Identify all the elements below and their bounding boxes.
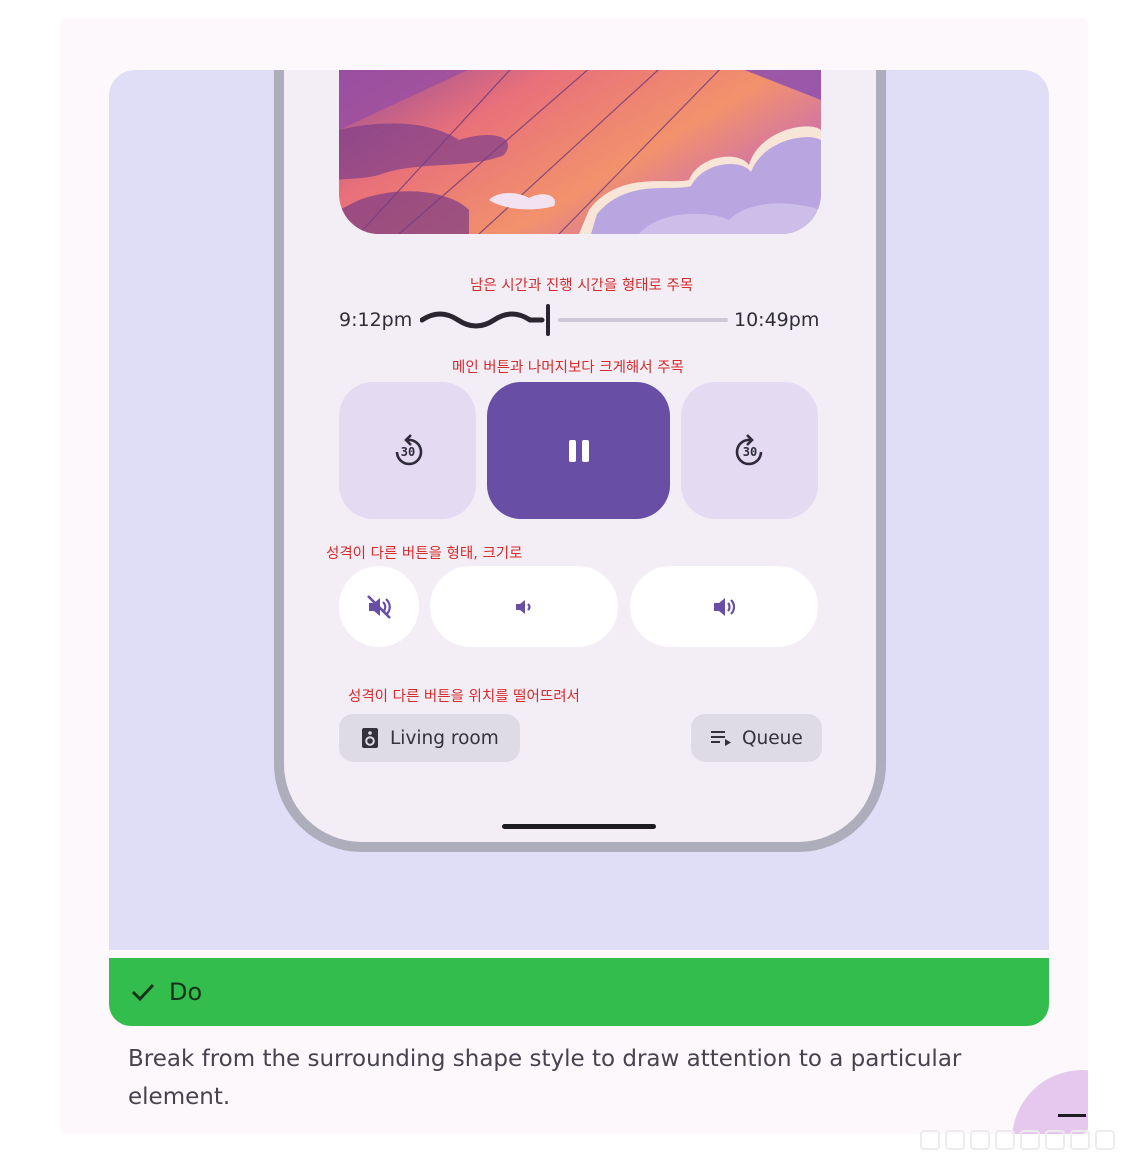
speaker-icon bbox=[362, 728, 378, 748]
volume-up-icon bbox=[714, 597, 736, 616]
queue-icon bbox=[711, 731, 731, 746]
elapsed-time: 9:12pm bbox=[339, 309, 413, 331]
do-label: Do bbox=[169, 978, 203, 1006]
replay-30-button[interactable]: 30 bbox=[339, 382, 476, 519]
volume-down-icon bbox=[516, 599, 531, 614]
volume-down-button[interactable] bbox=[430, 566, 618, 647]
minus-icon bbox=[1058, 1114, 1086, 1117]
mute-button[interactable] bbox=[339, 566, 419, 647]
phone-frame: 남은 시간과 진행 시간을 형태로 주목 9:12pm 10:49pm 메인 버… bbox=[274, 70, 886, 852]
queue-chip-label: Queue bbox=[742, 727, 803, 749]
forward-30-icon: 30 bbox=[735, 433, 762, 465]
do-banner: Do bbox=[109, 958, 1049, 1026]
svg-text:30: 30 bbox=[742, 445, 756, 459]
volume-off-icon bbox=[367, 594, 391, 619]
forward-30-button[interactable]: 30 bbox=[681, 382, 818, 519]
volume-up-button[interactable] bbox=[630, 566, 818, 647]
pause-button[interactable] bbox=[487, 382, 670, 519]
device-chip-label: Living room bbox=[390, 727, 499, 749]
annotation-time: 남은 시간과 진행 시간을 형태로 주목 bbox=[470, 278, 694, 294]
device-chip[interactable]: Living room bbox=[339, 714, 520, 762]
svg-text:30: 30 bbox=[400, 445, 414, 459]
caption-text: Break from the surrounding shape style t… bbox=[128, 1046, 962, 1110]
album-art bbox=[339, 70, 821, 234]
queue-chip[interactable]: Queue bbox=[691, 714, 822, 762]
example-stage: 남은 시간과 진행 시간을 형태로 주목 9:12pm 10:49pm 메인 버… bbox=[109, 70, 1049, 950]
end-time: 10:49pm bbox=[734, 309, 820, 331]
home-indicator bbox=[502, 824, 656, 829]
annotation-main-button: 메인 버튼과 나머지보다 크게해서 주목 bbox=[452, 360, 684, 376]
watermark bbox=[920, 1125, 1116, 1155]
guideline-card: 남은 시간과 진행 시간을 형태로 주목 9:12pm 10:49pm 메인 버… bbox=[60, 18, 1088, 1134]
progress-slider[interactable] bbox=[419, 304, 730, 336]
annotation-button-shape: 성격이 다른 버튼을 형태, 크기로 bbox=[326, 546, 523, 562]
check-icon bbox=[131, 983, 155, 1002]
pause-icon bbox=[568, 439, 589, 462]
annotation-button-position: 성격이 다른 버튼을 위치를 떨어뜨려서 bbox=[348, 689, 580, 705]
replay-30-icon: 30 bbox=[395, 433, 422, 465]
